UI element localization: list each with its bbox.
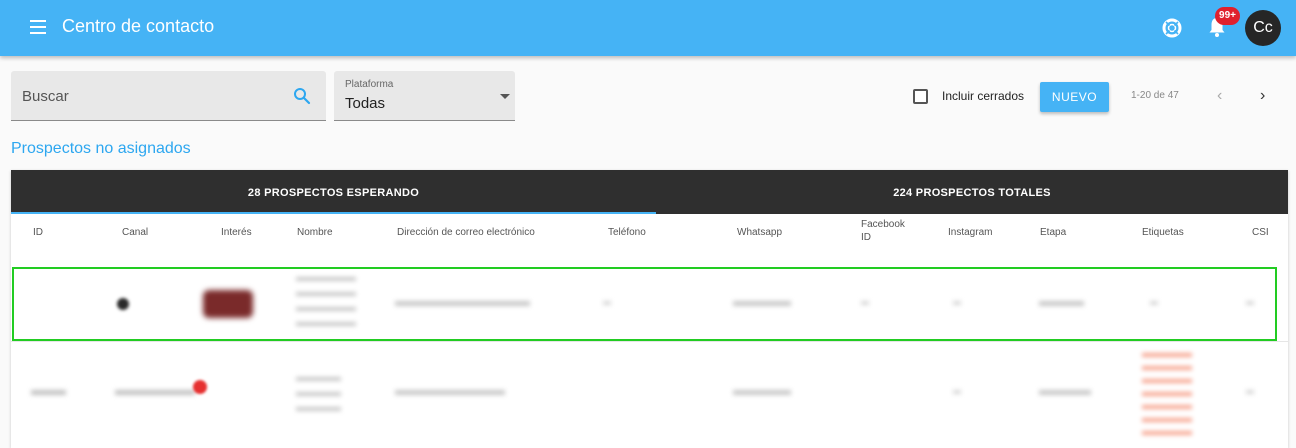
column-header-tags[interactable]: Etiquetas [1142, 226, 1184, 239]
facebook-cell [861, 301, 869, 305]
tags-cell [1142, 348, 1192, 444]
name-cell [296, 372, 341, 412]
column-header-facebook[interactable]: Facebook ID [861, 218, 905, 244]
email-cell [395, 390, 505, 395]
column-header-name[interactable]: Nombre [297, 226, 333, 239]
tab-indicator [11, 212, 656, 214]
column-header-whatsapp[interactable]: Whatsapp [737, 226, 782, 239]
chevron-left-icon[interactable]: ‹ [1217, 88, 1229, 104]
column-header-instagram[interactable]: Instagram [948, 226, 992, 239]
channel-cell [115, 390, 195, 395]
tab-total[interactable]: 224 PROSPECTOS TOTALES [656, 170, 1288, 214]
whatsapp-cell [733, 390, 791, 395]
whatsapp-cell [733, 301, 791, 306]
table-row[interactable] [11, 342, 1288, 448]
search-input[interactable] [22, 85, 282, 107]
tab-waiting[interactable]: 28 PROSPECTOS ESPERANDO [11, 170, 656, 214]
stage-cell [1039, 390, 1091, 395]
column-header-stage[interactable]: Etapa [1040, 226, 1066, 239]
stage-cell [1039, 301, 1084, 306]
column-header-interest[interactable]: Interés [221, 226, 252, 239]
column-header-id[interactable]: ID [33, 226, 43, 239]
table-row[interactable] [11, 266, 1288, 342]
chevron-down-icon [500, 94, 510, 99]
phone-cell [603, 301, 611, 305]
search-field [11, 71, 326, 121]
column-header-phone[interactable]: Teléfono [608, 226, 646, 239]
csi-cell [1246, 390, 1254, 394]
section-title: Prospectos no asignados [11, 140, 191, 157]
search-icon[interactable] [293, 87, 311, 105]
column-header-email[interactable]: Dirección de correo electrónico [397, 226, 535, 239]
email-cell [395, 301, 530, 306]
platform-select[interactable]: Plataforma Todas [334, 71, 515, 121]
platform-value: Todas [345, 95, 386, 112]
notifications-badge: 99+ [1215, 7, 1240, 25]
csi-cell [1246, 301, 1254, 305]
instagram-cell [953, 301, 961, 305]
new-button[interactable]: NUEVO [1040, 82, 1109, 112]
include-closed-checkbox[interactable] [913, 89, 928, 104]
avatar[interactable]: Cc [1245, 10, 1281, 46]
menu-icon[interactable] [30, 20, 46, 34]
column-header-csi[interactable]: CSI [1252, 226, 1269, 239]
help-circle-icon[interactable] [1162, 18, 1182, 38]
tabs-bar: 28 PROSPECTOS ESPERANDO 224 PROSPECTOS T… [11, 170, 1288, 214]
channel-icon [117, 298, 129, 310]
leads-card: 28 PROSPECTOS ESPERANDO 224 PROSPECTOS T… [11, 170, 1288, 448]
platform-label: Plataforma [345, 79, 394, 90]
id-cell [31, 390, 66, 395]
include-closed-label[interactable]: Incluir cerrados [942, 89, 1024, 103]
interest-thumbnail [203, 290, 253, 318]
tags-cell [1150, 301, 1158, 305]
chevron-right-icon[interactable]: › [1260, 88, 1272, 104]
instagram-cell [953, 390, 961, 394]
interest-badge [193, 380, 207, 394]
app-bar: Centro de contacto 99+ Cc [0, 0, 1296, 56]
column-header-channel[interactable]: Canal [122, 226, 148, 239]
pagination-text: 1-20 de 47 [1131, 90, 1179, 101]
name-cell [296, 272, 356, 336]
app-title: Centro de contacto [62, 16, 215, 36]
